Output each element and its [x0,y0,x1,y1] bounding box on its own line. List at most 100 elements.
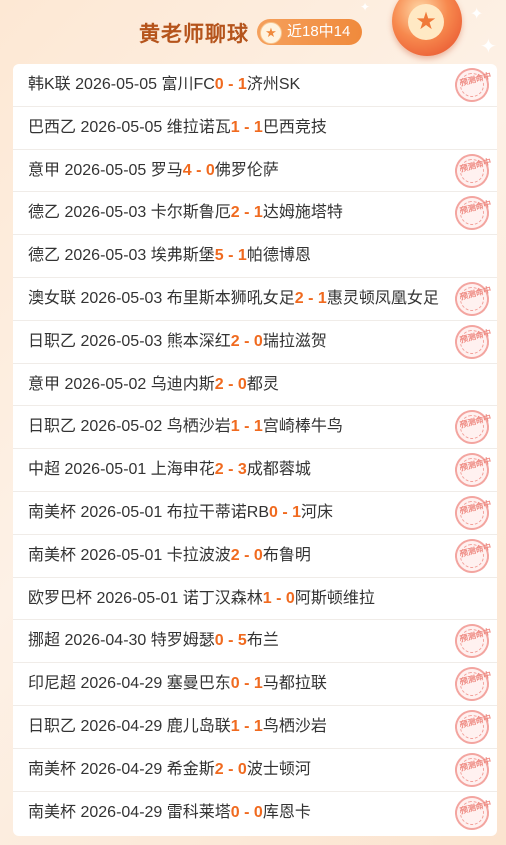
record-badge-label: 近18中14 [287,23,351,40]
home-team: 布里斯本狮吼女足 [166,289,295,307]
away-score: 5 [237,632,247,650]
match-league: 南美杯 [28,760,77,778]
score-separator: - [239,118,254,136]
match-league: 南美杯 [28,803,77,821]
away-team: 帕德博恩 [246,247,311,265]
away-score: 1 [253,118,263,136]
home-score: 2 [294,289,304,307]
home-team: 卡尔斯鲁厄 [150,204,231,222]
home-team: 希金斯 [166,760,215,778]
home-team: 特罗姆瑟 [150,632,215,650]
score-separator: - [303,289,318,307]
stamp-text: 预测命中 [457,198,492,229]
score-separator: - [239,418,254,436]
away-score: 1 [292,503,302,521]
home-team: 布拉干蒂诺RB [166,503,269,521]
home-team: 雷科莱塔 [166,803,231,821]
home-team: 上海申花 [150,461,215,479]
match-list: 韩K联 2026-05-05 富川FC0 - 1济州SK 预测命中 巴西乙 2026… [13,64,497,836]
home-score: 2 [230,332,240,350]
home-score: 5 [214,247,224,265]
match-date: 2026-04-29 [80,675,163,693]
stamp-text: 预测命中 [457,284,492,314]
home-score: 0 [214,632,224,650]
sparkle-icon: ✦ [480,36,497,58]
match-row[interactable]: 日职乙 2026-04-29 鹿儿岛联1 - 1鸟栖沙岩 预测命中 [13,706,497,749]
match-row[interactable]: 德乙 2026-05-03 卡尔斯鲁厄2 - 1达姆施塔特 预测命中 [13,192,497,236]
home-score: 0 [230,803,240,821]
away-score: 3 [237,461,247,479]
stamp-text: 预测命中 [457,541,492,571]
match-date: 2026-05-01 [80,503,163,521]
match-row[interactable]: 韩K联 2026-05-05 富川FC0 - 1济州SK 预测命中 [13,64,497,107]
away-score: 0 [253,803,263,821]
home-score: 2 [214,760,224,778]
prediction-hit-stamp-icon: 预测命中 [451,278,493,320]
match-league: 印尼超 [28,675,77,693]
match-row[interactable]: 巴西乙 2026-05-05 维拉诺瓦1 - 1巴西竞技 [13,107,497,150]
match-row[interactable]: 印尼超 2026-04-29 塞曼巴东0 - 1马都拉联 预测命中 [13,663,497,706]
match-row[interactable]: 意甲 2026-05-02 乌迪内斯2 - 0都灵 [13,364,497,407]
match-date: 2026-05-01 [64,461,147,479]
home-score: 1 [230,118,240,136]
prediction-hit-stamp-icon: 预测命中 [451,748,493,791]
match-row[interactable]: 中超 2026-05-01 上海申花2 - 3成都蓉城 预测命中 [13,449,497,492]
match-row[interactable]: 南美杯 2026-05-01 卡拉波波2 - 0布鲁明 预测命中 [13,534,497,578]
match-row[interactable]: 南美杯 2026-05-01 布拉干蒂诺RB0 - 1河床 预测命中 [13,492,497,535]
match-row[interactable]: 南美杯 2026-04-29 希金斯2 - 0波士顿河 预测命中 [13,748,497,792]
medal-star-icon: ★ [408,4,444,40]
away-score: 1 [253,675,263,693]
score-separator: - [223,375,238,393]
away-score: 1 [253,418,263,436]
away-team: 佛罗伦萨 [214,161,279,179]
match-date: 2026-05-03 [80,289,163,307]
match-date: 2026-04-30 [64,632,147,650]
away-team: 布兰 [246,632,279,650]
away-team: 达姆施塔特 [262,204,343,222]
match-league: 南美杯 [28,503,77,521]
match-league: 中超 [28,461,61,479]
home-score: 4 [182,161,192,179]
match-row[interactable]: 澳女联 2026-05-03 布里斯本狮吼女足2 - 1惠灵顿凤凰女足 预测命中 [13,278,497,321]
match-date: 2026-04-29 [80,760,163,778]
match-date: 2026-04-29 [80,803,163,821]
match-date: 2026-05-01 [80,546,163,564]
match-row[interactable]: 德乙 2026-05-03 埃弗斯堡5 - 1帕德博恩 [13,235,497,278]
stamp-text: 预测命中 [457,755,492,785]
match-row[interactable]: 欧罗巴杯 2026-05-01 诺丁汉森林1 - 0阿斯顿维拉 [13,578,497,621]
match-date: 2026-05-05 [75,76,157,93]
stamp-text: 预测命中 [457,155,492,186]
match-row[interactable]: 挪超 2026-04-30 特罗姆瑟0 - 5布兰 预测命中 [13,620,497,664]
away-team: 阿斯顿维拉 [294,589,375,607]
record-badge: ★ 近18中14 [257,19,363,45]
away-score: 0 [253,332,263,350]
score-separator: - [223,632,238,650]
away-team: 宫崎棒牛鸟 [262,418,343,436]
match-row[interactable]: 意甲 2026-05-05 罗马4 - 0佛罗伦萨 预测命中 [13,149,497,193]
match-league: 欧罗巴杯 [28,589,93,607]
home-score: 1 [230,418,240,436]
away-team: 都灵 [246,375,279,393]
match-row[interactable]: 日职乙 2026-05-02 鸟栖沙岩1 - 1宫崎棒牛鸟 预测命中 [13,406,497,450]
home-team: 熊本深红 [166,332,231,350]
home-team: 富川FC [161,76,215,93]
match-row[interactable]: 日职乙 2026-05-03 熊本深红2 - 0瑞拉滋贺 预测命中 [13,320,497,364]
prediction-hit-stamp-icon: 预测命中 [451,620,493,663]
match-date: 2026-05-02 [64,375,147,393]
match-league: 日职乙 [28,717,77,735]
match-row[interactable]: 南美杯 2026-04-29 雷科莱塔0 - 0库恩卡 预测命中 [13,791,497,835]
away-score: 1 [253,717,263,735]
score-separator: - [223,461,238,479]
score-separator: - [239,803,254,821]
home-team: 罗马 [150,161,183,179]
away-score: 0 [237,760,247,778]
score-separator: - [191,161,206,179]
away-team: 瑞拉滋贺 [262,332,327,350]
page-title: 黄老师聊球 [139,23,249,46]
home-score: 2 [230,546,240,564]
match-league: 德乙 [28,204,61,222]
prediction-hit-stamp-icon: 预测命中 [451,663,493,705]
home-score: 0 [269,503,278,521]
match-date: 2026-05-05 [64,161,147,179]
prediction-hit-stamp-icon: 预测命中 [451,534,493,577]
